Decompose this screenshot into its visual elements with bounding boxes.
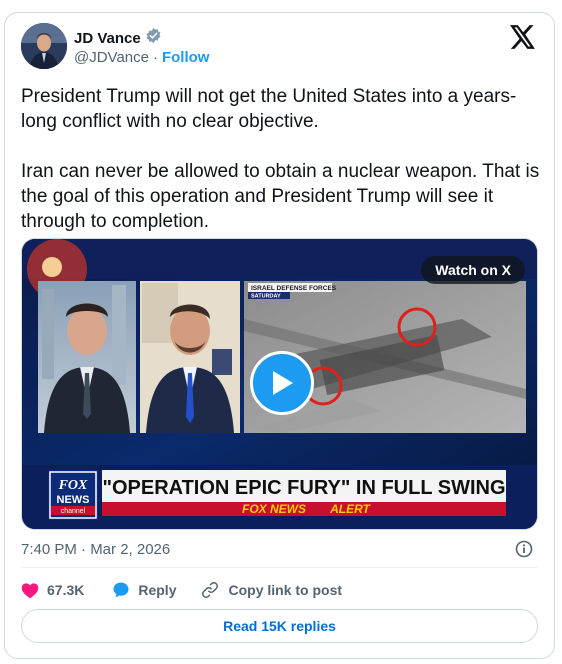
watch-on-x-button[interactable]: Watch on X — [421, 256, 525, 284]
tweet-timestamp[interactable]: 7:40 PM · Mar 2, 2026 — [21, 541, 170, 558]
copy-link-label: Copy link to post — [228, 582, 343, 598]
read-replies-button[interactable]: Read 15K replies — [21, 609, 538, 643]
x-logo-icon[interactable] — [510, 25, 536, 49]
verified-badge-icon — [145, 27, 162, 49]
tweet-actions: 67.3K Reply Copy link to post — [21, 580, 370, 600]
author-name[interactable]: JD Vance — [74, 30, 141, 47]
video-alert-word: ALERT — [329, 502, 371, 516]
video-source-day: SATURDAY — [251, 294, 281, 300]
tweet-paragraph: President Trump will not get the United … — [21, 86, 517, 132]
video-source-tag: ISRAEL DEFENSE FORCES — [251, 285, 337, 292]
follow-button[interactable]: Follow — [162, 49, 210, 66]
reply-label: Reply — [138, 582, 177, 598]
video-alert-brand: FOX NEWS — [242, 502, 306, 516]
video-headline: "OPERATION EPIC FURY" IN FULL SWING — [102, 477, 505, 499]
heart-icon — [21, 582, 39, 598]
fox-logo-bottom: channel — [61, 508, 86, 515]
fox-logo-top: FOX — [58, 478, 88, 493]
avatar-image — [21, 23, 67, 69]
tweet-paragraph: Iran can never be allowed to obtain a nu… — [21, 161, 540, 232]
like-count: 67.3K — [47, 582, 85, 598]
like-button[interactable]: 67.3K — [21, 582, 84, 599]
copy-link-button[interactable]: Copy link to post — [200, 580, 342, 600]
play-button[interactable] — [250, 351, 314, 415]
divider — [21, 567, 538, 568]
video-media[interactable]: ISRAEL DEFENSE FORCES SATURDAY FOX NEWS … — [21, 238, 538, 530]
info-icon[interactable] — [514, 539, 534, 559]
play-icon — [273, 371, 293, 395]
reply-bubble-icon — [113, 582, 129, 598]
author-handle-row: @JDVance · Follow — [74, 49, 209, 66]
handle-separator: · — [152, 49, 158, 66]
author-handle[interactable]: @JDVance — [74, 49, 149, 66]
fox-logo-mid: NEWS — [57, 494, 90, 506]
link-icon — [202, 582, 219, 598]
author-name-row: JD Vance — [74, 27, 162, 49]
reply-button[interactable]: Reply — [112, 581, 176, 599]
avatar[interactable] — [21, 23, 67, 69]
tweet-text: President Trump will not get the United … — [21, 84, 541, 234]
